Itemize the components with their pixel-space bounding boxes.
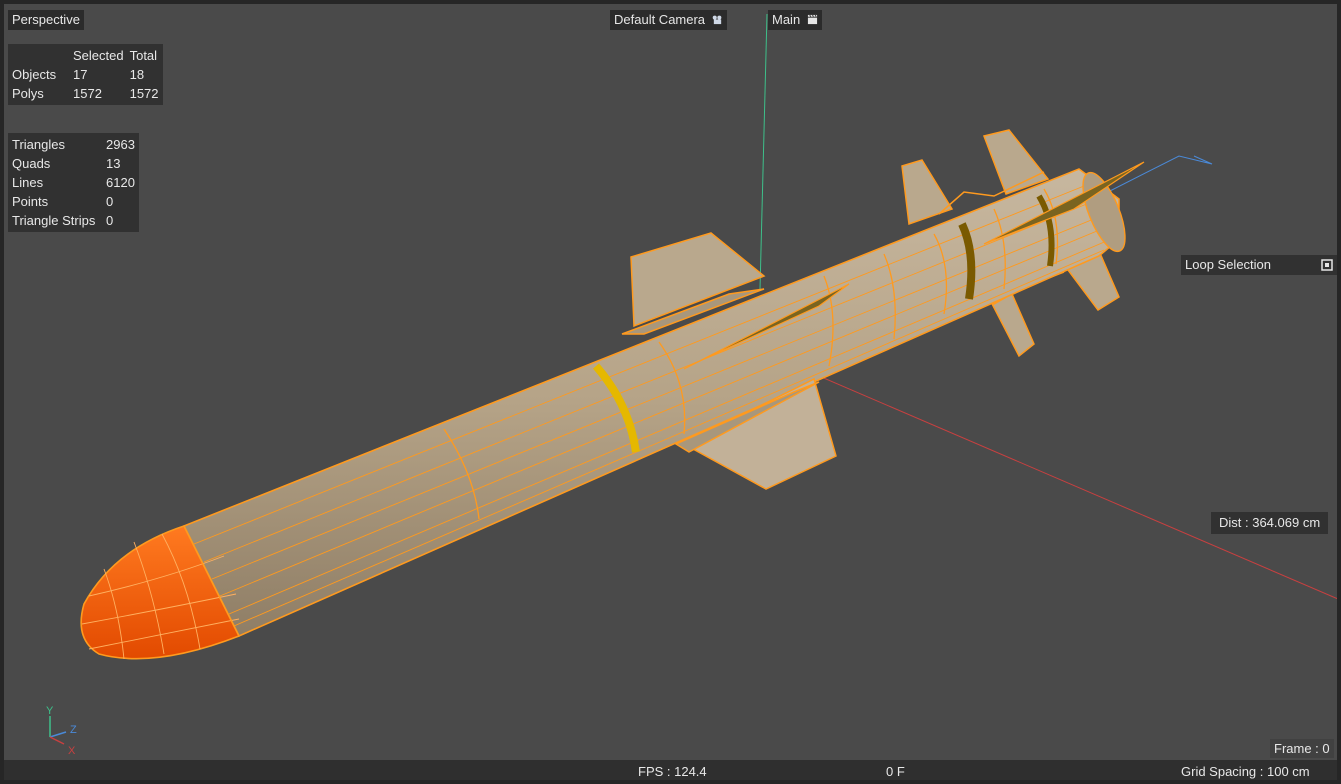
geo-label: Points <box>12 194 49 209</box>
axis-y-label: Y <box>46 705 54 717</box>
stats-header-total: Total <box>129 48 158 63</box>
stats-label: Objects <box>12 67 57 82</box>
geo-row-points: Points 0 <box>10 192 139 211</box>
geo-label: Lines <box>12 175 44 190</box>
stats-header-blank <box>10 46 71 65</box>
geo-value: 13 <box>106 156 121 171</box>
stage-menu-button[interactable]: Main <box>768 10 822 30</box>
camera-menu-button[interactable]: Default Camera <box>610 10 727 30</box>
selection-stats-panel: Selected Total Objects 17 18 Polys 1572 … <box>8 44 163 105</box>
geo-label: Triangles <box>12 137 65 152</box>
camera-icon <box>712 15 722 25</box>
fps-readout: FPS : 124.4 <box>638 764 707 779</box>
stats-row-polys: Polys 1572 1572 <box>10 84 163 103</box>
camera-label: Default Camera <box>614 12 706 27</box>
geo-value: 6120 <box>106 175 135 190</box>
geo-row-quads: Quads 13 <box>10 154 139 173</box>
grid-spacing-readout: Grid Spacing : 100 cm <box>1181 764 1310 779</box>
stage-label: Main <box>772 12 801 27</box>
world-axis-y <box>759 13 768 290</box>
axis-gizmo: Y Z X <box>46 705 77 757</box>
stats-header-selected: Selected <box>73 48 124 63</box>
geo-value: 0 <box>106 194 114 209</box>
frame-readout: Frame : 0 <box>1270 739 1334 758</box>
missile-body[interactable] <box>182 161 1145 638</box>
stats-selected-value: 17 <box>73 67 88 82</box>
geo-value: 2963 <box>106 137 135 152</box>
stats-total-value: 18 <box>129 67 145 82</box>
clapperboard-icon <box>807 14 817 25</box>
stats-label: Polys <box>12 86 44 101</box>
viewport-name[interactable]: Perspective <box>8 10 84 30</box>
geometry-stats-panel: Triangles 2963 Quads 13 Lines 6120 Point… <box>8 133 139 232</box>
loop-selection-icon <box>1321 259 1333 271</box>
scene-3d[interactable] <box>4 4 1341 784</box>
geo-value: 0 <box>106 213 114 228</box>
stats-selected-value: 1572 <box>73 86 102 101</box>
stats-row-objects: Objects 17 18 <box>10 65 163 84</box>
viewport[interactable]: Perspective Default Camera Main Selected… <box>0 0 1341 784</box>
geo-row-triangles: Triangles 2963 <box>10 135 139 154</box>
stats-total-value: 1572 <box>129 86 159 101</box>
geo-label: Quads <box>12 156 51 171</box>
status-strip: FPS : 124.4 0 F Grid Spacing : 100 cm <box>4 760 1337 780</box>
stats-header-row: Selected Total <box>10 46 163 65</box>
axis-x-label: X <box>68 745 76 757</box>
active-tool-label[interactable]: Loop Selection <box>1181 255 1337 275</box>
tool-label: Loop Selection <box>1185 257 1272 272</box>
axis-z-label: Z <box>70 724 77 736</box>
distance-readout: Dist : 364.069 cm <box>1211 512 1329 534</box>
geo-row-triangle-strips: Triangle Strips 0 <box>10 211 139 230</box>
geo-row-lines: Lines 6120 <box>10 173 139 192</box>
geo-label: Triangle Strips <box>12 213 96 228</box>
world-axis-x <box>818 375 1337 600</box>
frame-short-readout: 0 F <box>886 764 905 779</box>
